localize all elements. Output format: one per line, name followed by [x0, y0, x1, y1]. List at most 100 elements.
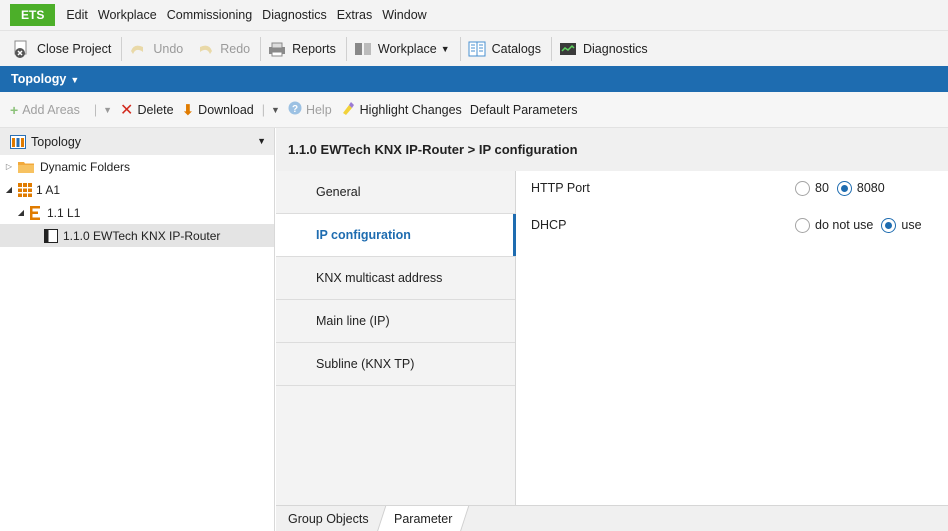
chevron-down-icon: ▼ — [70, 74, 80, 85]
param-label: HTTP Port — [531, 181, 590, 195]
param-page-general[interactable]: General — [276, 171, 515, 214]
toolbar-separator — [551, 36, 552, 61]
chevron-down-icon[interactable]: ▼ — [257, 136, 266, 146]
radio-http-port-8080[interactable] — [836, 180, 852, 196]
help-icon: ? — [288, 101, 302, 118]
chevron-down-icon[interactable]: ▼ — [271, 105, 280, 115]
menu-item-diagnostics[interactable]: Diagnostics — [257, 8, 332, 22]
parameter-values-area: HTTP Port 80 8080 DHCP do not use use — [517, 171, 948, 505]
tree-item-label: Dynamic Folders — [40, 159, 131, 174]
help-label: Help — [305, 102, 332, 117]
tree-panel-title: Topology — [31, 134, 82, 149]
action-bar: + Add Areas | ▼ ✕ Delete ⬇ Download | ▼ … — [0, 92, 948, 128]
menu-bar: ETS Edit Workplace Commissioning Diagnos… — [0, 0, 948, 30]
default-parameters-label: Default Parameters — [469, 102, 578, 117]
action-separator: | — [93, 102, 98, 117]
param-label: DHCP — [531, 218, 567, 232]
workplace-button[interactable]: Workplace ▼ — [349, 34, 458, 64]
reports-label: Reports — [292, 41, 336, 56]
device-path-title: 1.1.0 EWTech KNX IP-Router > IP configur… — [276, 128, 948, 171]
toolbar-separator — [260, 36, 262, 61]
collapse-arrow-icon[interactable]: ◢ — [15, 208, 27, 217]
tree-panel-header[interactable]: Topology ▼ — [0, 128, 274, 155]
toolbar-separator — [345, 36, 347, 61]
tab-parameter[interactable]: Parameter — [376, 505, 470, 531]
expand-arrow-icon[interactable]: ▷ — [3, 162, 15, 171]
delete-icon: ✕ — [120, 101, 134, 119]
http-port-radio-group: 80 8080 — [795, 180, 893, 196]
help-button[interactable]: ? Help — [288, 101, 332, 118]
radio-dhcp-do-not-use[interactable] — [795, 217, 810, 233]
redo-button[interactable]: Redo — [191, 34, 258, 64]
download-button[interactable]: ⬇ Download — [182, 101, 254, 119]
delete-label: Delete — [137, 102, 174, 117]
tree-item-label: 1.1.0 EWTech KNX IP-Router — [63, 228, 221, 243]
radio-http-port-80[interactable] — [795, 180, 810, 196]
delete-button[interactable]: ✕ Delete — [120, 100, 174, 120]
printer-icon — [267, 39, 287, 59]
tab-group-objects[interactable]: Group Objects — [276, 506, 381, 531]
toolbar-separator — [121, 36, 123, 61]
tree-item-dynamic-folders[interactable]: ▷ Dynamic Folders — [0, 155, 274, 178]
radio-label: 80 — [815, 181, 829, 195]
area-icon — [18, 182, 32, 197]
topology-icon — [10, 134, 26, 149]
menu-item-window[interactable]: Window — [377, 8, 431, 22]
ets-menu-button[interactable]: ETS — [10, 4, 56, 26]
dhcp-radio-group: do not use use — [795, 217, 930, 233]
diagnostics-button[interactable]: Diagnostics — [554, 34, 656, 64]
download-icon: ⬇ — [181, 101, 195, 119]
catalogs-label: Catalogs — [491, 41, 541, 56]
tree-item-label: 1.1 L1 — [47, 205, 81, 220]
add-areas-label: Add Areas — [22, 102, 80, 117]
param-row-http-port: HTTP Port 80 8080 — [517, 176, 948, 200]
catalog-icon — [467, 39, 487, 59]
menu-item-commissioning[interactable]: Commissioning — [162, 8, 257, 22]
device-parameter-panel: 1.1.0 EWTech KNX IP-Router > IP configur… — [276, 128, 948, 531]
workplace-label: Workplace — [377, 41, 437, 56]
line-icon — [30, 205, 42, 220]
parameter-page-list: General IP configuration KNX multicast a… — [276, 171, 516, 505]
param-page-main-line-ip[interactable]: Main line (IP) — [276, 300, 515, 343]
default-parameters-button[interactable]: Default Parameters — [470, 103, 578, 117]
param-page-knx-multicast-address[interactable]: KNX multicast address — [276, 257, 515, 300]
reports-button[interactable]: Reports — [263, 34, 344, 64]
diagnostics-icon — [558, 39, 578, 59]
close-project-icon — [12, 39, 32, 59]
highlight-changes-label: Highlight Changes — [359, 102, 462, 117]
redo-label: Redo — [220, 41, 251, 56]
close-project-label: Close Project — [37, 41, 112, 56]
menu-item-extras[interactable]: Extras — [332, 8, 377, 22]
menu-item-edit[interactable]: Edit — [61, 8, 93, 22]
menu-item-workplace[interactable]: Workplace — [93, 8, 162, 22]
tree-item-area-1[interactable]: ◢ 1 A1 — [0, 178, 274, 201]
param-row-dhcp: DHCP do not use use — [517, 213, 948, 237]
bottom-tab-bar: Group Objects Parameter — [276, 505, 948, 531]
workplace-icon — [353, 39, 373, 59]
topology-band-title: Topology — [11, 72, 67, 86]
highlight-changes-button[interactable]: Highlight Changes — [340, 100, 462, 119]
param-page-ip-configuration[interactable]: IP configuration — [276, 214, 516, 257]
tree-item-line-1-1[interactable]: ◢ 1.1 L1 — [0, 201, 274, 224]
add-areas-button[interactable]: + Add Areas — [10, 102, 80, 118]
catalogs-button[interactable]: Catalogs — [463, 34, 549, 64]
undo-button[interactable]: Undo — [124, 34, 191, 64]
undo-icon — [128, 39, 148, 59]
radio-dhcp-use[interactable] — [881, 217, 897, 233]
topology-tree-panel: Topology ▼ ▷ Dynamic Folders ◢ 1 A1 ◢ 1.… — [0, 128, 275, 531]
plus-icon: + — [10, 101, 19, 118]
diagnostics-label: Diagnostics — [583, 41, 648, 56]
undo-label: Undo — [153, 41, 184, 56]
collapse-arrow-icon[interactable]: ◢ — [3, 185, 15, 194]
topology-panel-tab[interactable]: Topology ▼ — [0, 66, 948, 92]
tab-parameter-label: Parameter — [393, 511, 452, 526]
folder-icon — [18, 161, 34, 173]
close-project-button[interactable]: Close Project — [8, 34, 119, 64]
download-label: Download — [198, 102, 254, 117]
tree-item-device-ip-router[interactable]: 1.1.0 EWTech KNX IP-Router — [0, 224, 274, 247]
redo-icon — [195, 39, 215, 59]
main-toolbar: Close Project Undo Redo Reports Workplac… — [0, 30, 948, 66]
param-page-subline-knx-tp[interactable]: Subline (KNX TP) — [276, 343, 515, 386]
radio-label: use — [901, 218, 922, 232]
chevron-down-icon[interactable]: ▼ — [103, 105, 112, 115]
